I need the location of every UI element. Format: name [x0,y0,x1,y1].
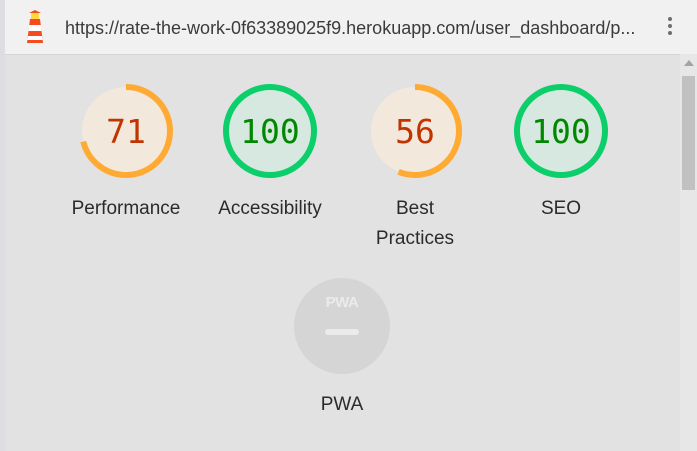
scroll-up-arrow-icon[interactable] [684,60,694,66]
accessibility-score: 100 [240,111,300,151]
best-practices-label: Best Practices [375,198,455,249]
performance-gauge[interactable]: 71 [76,81,176,181]
accessibility-label: Accessibility [218,198,322,219]
performance-score: 71 [106,111,146,151]
seo-score: 100 [531,111,591,151]
performance-label: Performance [71,198,181,219]
pwa-label: PWA [320,394,364,415]
url-text[interactable]: https://rate-the-work-0f63389025f9.herok… [65,17,645,39]
browser-frame: https://rate-the-work-0f63389025f9.herok… [5,0,697,451]
vertical-scrollbar[interactable] [680,54,697,451]
scroll-thumb[interactable] [682,76,695,190]
address-bar[interactable]: https://rate-the-work-0f63389025f9.herok… [5,0,697,55]
pwa-dash-icon [325,329,359,335]
lighthouse-icon [27,10,43,43]
pwa-badge[interactable]: PWA [294,278,390,374]
seo-gauge[interactable]: 100 [511,81,611,181]
best-practices-gauge[interactable]: 56 [365,81,465,181]
best-practices-score: 56 [395,111,435,151]
accessibility-gauge[interactable]: 100 [220,81,320,181]
pwa-badge-text: PWA [325,294,359,311]
seo-label: SEO [540,198,582,219]
more-vert-icon[interactable] [663,14,677,42]
